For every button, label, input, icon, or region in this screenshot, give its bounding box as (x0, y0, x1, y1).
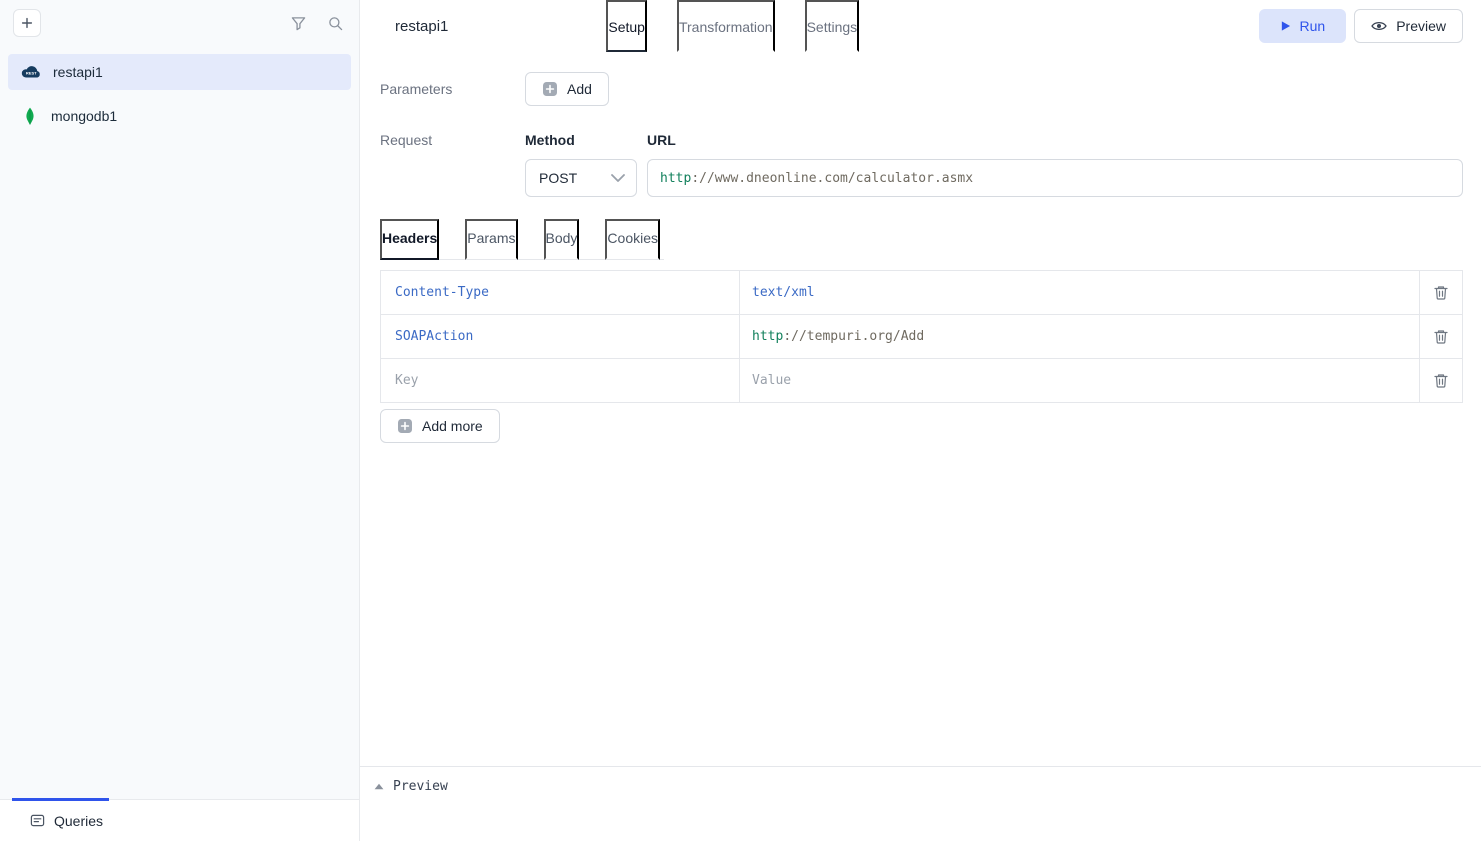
headers-table: Content-Type text/xml (380, 270, 1463, 403)
tab-queries[interactable]: Queries (30, 813, 103, 829)
sidebar-item-restapi1[interactable]: REST restapi1 (8, 54, 351, 90)
add-more-button[interactable]: Add more (380, 409, 500, 443)
eye-icon (1371, 20, 1387, 32)
query-title: restapi1 (395, 18, 448, 35)
header-row: SOAPAction http://tempuri.org/Add (381, 315, 1462, 359)
url-rest-text: ://www.dneonline.com/calculator.asmx (691, 171, 973, 186)
sidebar-bottom-bar: Queries (0, 799, 359, 841)
plus-square-icon (542, 81, 558, 97)
delete-row-button[interactable] (1434, 285, 1448, 300)
rest-cloud-icon: REST (20, 64, 42, 80)
response-preview-label: Preview (393, 779, 448, 794)
queries-icon (30, 813, 45, 828)
header-key-text: SOAPAction (395, 329, 473, 344)
trash-icon (1434, 329, 1448, 344)
sidebar-item-label: restapi1 (53, 64, 103, 80)
header-key-input[interactable] (395, 373, 725, 388)
parameters-row: Parameters Add (380, 72, 1463, 106)
query-header: restapi1 Setup Transformation Settings R… (360, 0, 1481, 52)
sidebar-item-mongodb1[interactable]: mongodb1 (8, 98, 351, 134)
url-label: URL (647, 132, 1463, 148)
trash-icon (1434, 373, 1448, 388)
header-actions: Run Preview (1259, 9, 1463, 43)
sidebar: REST restapi1 mongodb1 (0, 0, 360, 841)
method-select[interactable]: POST (525, 159, 637, 197)
triangle-up-icon (374, 783, 384, 790)
tab-headers[interactable]: Headers (380, 219, 439, 260)
run-button[interactable]: Run (1259, 9, 1347, 43)
chevron-down-icon (611, 174, 625, 182)
sidebar-item-label: mongodb1 (51, 108, 117, 124)
run-button-label: Run (1300, 18, 1326, 34)
request-row: Request Method POST URL (380, 132, 1463, 197)
header-row-empty (381, 359, 1462, 403)
trash-icon (1434, 285, 1448, 300)
header-value-rest-text: ://tempuri.org/Add (783, 329, 924, 344)
preview-button[interactable]: Preview (1354, 9, 1463, 43)
request-section-tabs: Headers Params Body Cookies (380, 219, 664, 260)
active-tab-indicator (12, 798, 109, 801)
header-value-input[interactable]: http://tempuri.org/Add (740, 315, 1420, 358)
delete-row-button[interactable] (1434, 329, 1448, 344)
header-row: Content-Type text/xml (381, 271, 1462, 315)
url-scheme-text: http (660, 171, 691, 186)
plus-square-icon (397, 418, 413, 434)
method-field: Method POST (525, 132, 637, 197)
tab-cookies[interactable]: Cookies (605, 219, 660, 260)
tab-settings[interactable]: Settings (805, 0, 860, 52)
query-list: REST restapi1 mongodb1 (0, 46, 359, 799)
setup-content: Parameters Add Request Method (360, 52, 1481, 766)
search-button[interactable] (328, 16, 343, 31)
header-value-input[interactable]: text/xml (740, 271, 1420, 314)
mongodb-leaf-icon (20, 106, 40, 126)
tab-setup[interactable]: Setup (606, 0, 647, 52)
method-label: Method (525, 132, 637, 148)
filter-button[interactable] (291, 16, 306, 31)
response-preview-toggle[interactable]: Preview (364, 773, 458, 800)
query-mode-tabs: Setup Transformation Settings (606, 0, 859, 52)
header-value-text: text/xml (752, 285, 815, 300)
plus-icon (20, 16, 34, 30)
search-icon (328, 16, 343, 31)
app-window: REST restapi1 mongodb1 (0, 0, 1481, 841)
method-value: POST (539, 170, 577, 186)
preview-button-label: Preview (1396, 18, 1446, 34)
play-icon (1280, 20, 1291, 32)
response-pane: Preview (360, 766, 1481, 841)
queries-tab-label: Queries (54, 813, 103, 829)
add-parameter-label: Add (567, 81, 592, 97)
header-key-input[interactable]: SOAPAction (381, 315, 740, 358)
sidebar-toolbar (0, 0, 359, 46)
header-value-scheme-text: http (752, 329, 783, 344)
add-more-label: Add more (422, 418, 483, 434)
header-value-input[interactable] (752, 373, 1407, 388)
delete-row-button[interactable] (1434, 373, 1448, 388)
header-key-text: Content-Type (395, 285, 489, 300)
header-key-input[interactable]: Content-Type (381, 271, 740, 314)
tab-transformation[interactable]: Transformation (677, 0, 775, 52)
funnel-icon (291, 16, 306, 31)
request-label: Request (380, 132, 525, 197)
main-panel: restapi1 Setup Transformation Settings R… (360, 0, 1481, 841)
tab-params[interactable]: Params (465, 219, 517, 260)
new-query-button[interactable] (13, 9, 41, 37)
svg-text:REST: REST (26, 71, 37, 76)
tab-body[interactable]: Body (544, 219, 580, 260)
url-input[interactable]: http://www.dneonline.com/calculator.asmx (647, 159, 1463, 197)
add-parameter-button[interactable]: Add (525, 72, 609, 106)
url-field: URL http://www.dneonline.com/calculator.… (647, 132, 1463, 197)
parameters-label: Parameters (380, 72, 525, 106)
